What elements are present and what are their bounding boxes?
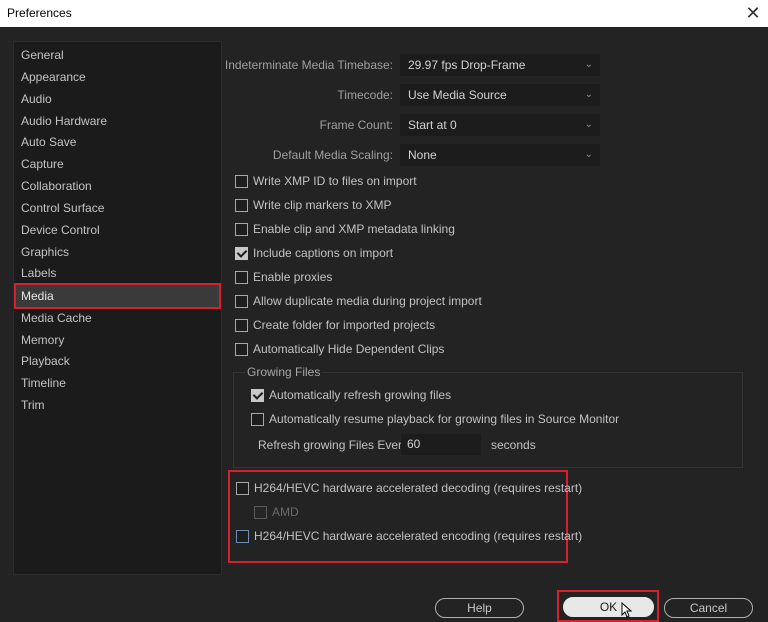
chevron-down-icon: ⌄ <box>584 149 593 160</box>
option-label: Automatically resume playback for growin… <box>269 412 620 426</box>
mouse-cursor-icon <box>621 602 633 618</box>
scaling-value: None <box>408 148 437 162</box>
checkbox-checked[interactable] <box>251 389 264 402</box>
sidebar-item-trim[interactable]: Trim <box>14 394 221 416</box>
refresh-interval-label: Refresh growing Files Every <box>258 438 409 452</box>
sidebar-item-control-surface[interactable]: Control Surface <box>14 197 221 219</box>
timebase-label: Indeterminate Media Timebase: <box>224 58 393 72</box>
title-bar: Preferences ✕ <box>0 0 768 27</box>
checkbox[interactable] <box>235 343 248 356</box>
option-label: Write XMP ID to files on import <box>253 174 417 188</box>
option-label: Include captions on import <box>253 246 394 260</box>
option-label: Automatically Hide Dependent Clips <box>253 342 445 356</box>
checkbox[interactable] <box>235 223 248 236</box>
timebase-select[interactable]: 29.97 fps Drop-Frame ⌄ <box>400 54 600 76</box>
sidebar-item-media-cache[interactable]: Media Cache <box>14 307 221 329</box>
sidebar-item-audio-hardware[interactable]: Audio Hardware <box>14 110 221 132</box>
checkbox[interactable] <box>235 319 248 332</box>
chevron-down-icon: ⌄ <box>584 59 593 70</box>
option-label: H264/HEVC hardware accelerated encoding … <box>254 529 583 543</box>
sidebar-item-memory[interactable]: Memory <box>14 329 221 351</box>
sidebar-item-capture[interactable]: Capture <box>14 153 221 175</box>
sidebar-item-timeline[interactable]: Timeline <box>14 372 221 394</box>
ok-button[interactable]: OK <box>563 597 654 617</box>
option-label: Enable clip and XMP metadata linking <box>253 222 455 236</box>
checkbox-disabled <box>254 506 267 519</box>
sidebar-item-general[interactable]: General <box>14 44 221 66</box>
frame-count-select[interactable]: Start at 0 ⌄ <box>400 114 600 136</box>
sidebar-item-appearance[interactable]: Appearance <box>14 66 221 88</box>
frame-count-label: Frame Count: <box>319 118 393 132</box>
option-label: Create folder for imported projects <box>253 318 436 332</box>
sidebar-item-playback[interactable]: Playback <box>14 350 221 372</box>
sidebar-item-audio[interactable]: Audio <box>14 88 221 110</box>
scaling-select[interactable]: None ⌄ <box>400 144 600 166</box>
preferences-sidebar: General Appearance Audio Audio Hardware … <box>13 41 222 575</box>
checkbox[interactable] <box>235 175 248 188</box>
sidebar-item-device-control[interactable]: Device Control <box>14 219 221 241</box>
option-label: Write clip markers to XMP <box>253 198 392 212</box>
sidebar-item-collaboration[interactable]: Collaboration <box>14 175 221 197</box>
checkbox[interactable] <box>236 482 249 495</box>
option-label: Automatically refresh growing files <box>269 388 452 402</box>
checkbox[interactable] <box>236 530 249 543</box>
timebase-value: 29.97 fps Drop-Frame <box>408 58 526 72</box>
sidebar-item-auto-save[interactable]: Auto Save <box>14 131 221 153</box>
sidebar-item-media[interactable]: Media <box>14 283 221 309</box>
timecode-select[interactable]: Use Media Source ⌄ <box>400 84 600 106</box>
checkbox[interactable] <box>251 413 264 426</box>
refresh-unit-label: seconds <box>491 438 536 452</box>
sidebar-item-graphics[interactable]: Graphics <box>14 241 221 263</box>
option-label: Enable proxies <box>253 270 333 284</box>
scaling-label: Default Media Scaling: <box>272 148 393 162</box>
checkbox[interactable] <box>235 271 248 284</box>
timecode-label: Timecode: <box>337 88 393 102</box>
help-button[interactable]: Help <box>435 598 524 618</box>
sidebar-item-labels[interactable]: Labels <box>14 262 221 284</box>
timecode-value: Use Media Source <box>408 88 507 102</box>
refresh-interval-input[interactable]: 60 <box>401 434 481 455</box>
option-label: Allow duplicate media during project imp… <box>253 294 482 308</box>
cancel-button[interactable]: Cancel <box>664 598 753 618</box>
chevron-down-icon: ⌄ <box>584 89 593 100</box>
checkbox-checked[interactable] <box>235 247 248 260</box>
growing-files-title: Growing Files <box>245 365 323 379</box>
option-label: H264/HEVC hardware accelerated decoding … <box>254 481 583 495</box>
checkbox[interactable] <box>235 295 248 308</box>
checkbox[interactable] <box>235 199 248 212</box>
close-icon[interactable]: ✕ <box>740 1 766 25</box>
window-title: Preferences <box>7 6 72 20</box>
option-label: AMD <box>272 505 299 519</box>
chevron-down-icon: ⌄ <box>584 119 593 130</box>
frame-count-value: Start at 0 <box>408 118 457 132</box>
